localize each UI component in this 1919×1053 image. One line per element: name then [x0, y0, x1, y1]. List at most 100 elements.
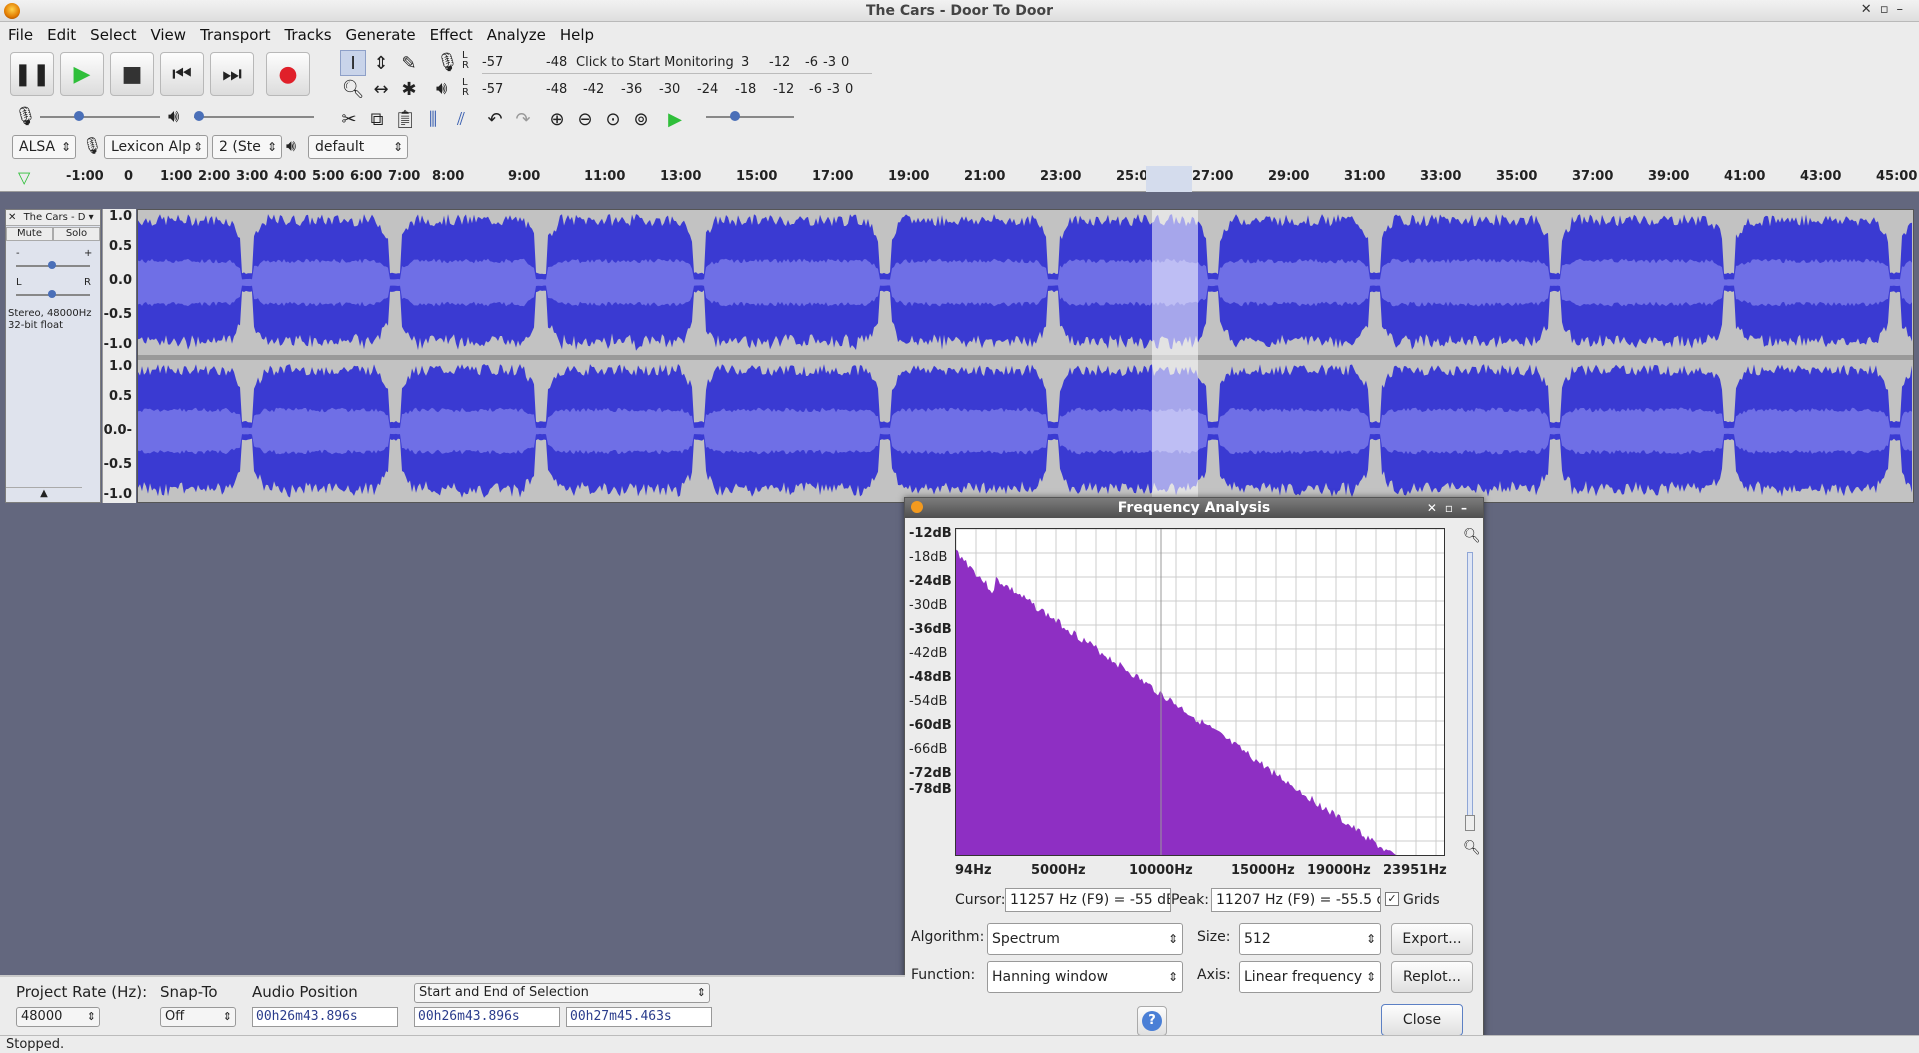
play-meter[interactable]: -57 -48 -42 -36 -30 -24 -18 -12 -6 -3 0: [482, 78, 872, 100]
function-select[interactable]: Hanning window: [987, 961, 1183, 993]
project-rate-select[interactable]: 48000: [16, 1007, 100, 1027]
paste-icon[interactable]: 📋︎: [392, 106, 418, 132]
skip-end-button[interactable]: ⏭: [210, 52, 254, 96]
redo-icon[interactable]: ↷: [510, 106, 536, 132]
playback-volume-slider[interactable]: [194, 111, 314, 121]
slider-thumb[interactable]: [48, 290, 56, 298]
trim-icon[interactable]: ⫼: [420, 106, 446, 132]
pause-button[interactable]: ❚❚: [10, 52, 54, 96]
meter-tick: -42: [583, 81, 605, 97]
menu-file[interactable]: File: [8, 26, 33, 44]
size-select[interactable]: 512: [1239, 923, 1381, 955]
audio-host-select[interactable]: ALSA: [12, 135, 76, 159]
record-button[interactable]: ●: [266, 52, 310, 96]
menu-tracks[interactable]: Tracks: [284, 26, 331, 44]
window-controls[interactable]: ✕▫–: [1861, 2, 1911, 17]
ruler-selection-region[interactable]: [1146, 166, 1192, 192]
playback-device-select[interactable]: default: [308, 135, 408, 159]
waveform-svg: [138, 210, 1913, 502]
close-button[interactable]: Close: [1381, 1004, 1463, 1036]
algorithm-select[interactable]: Spectrum: [987, 923, 1183, 955]
menu-help[interactable]: Help: [560, 26, 594, 44]
recording-volume-slider[interactable]: [40, 111, 160, 121]
meter-tick: 0: [841, 55, 850, 70]
meter-tick: -6: [805, 55, 818, 70]
zoom-out-icon[interactable]: ⊖: [572, 106, 598, 132]
export-button[interactable]: Export...: [1391, 923, 1473, 955]
dialog-window-controls[interactable]: ✕▫–: [1427, 498, 1475, 518]
draw-tool-icon[interactable]: ✎: [396, 50, 422, 76]
play-button[interactable]: ▶: [60, 52, 104, 96]
speaker-icon[interactable]: 🔊︎: [436, 78, 447, 99]
menu-effect[interactable]: Effect: [430, 26, 473, 44]
grids-checkbox[interactable]: ✓: [1385, 892, 1399, 906]
slider-thumb[interactable]: [194, 111, 204, 121]
vertical-zoom-slider[interactable]: [1465, 552, 1475, 831]
solo-button[interactable]: Solo: [53, 227, 100, 241]
peak-readout[interactable]: 11207 Hz (F9) = -55.5 d: [1211, 888, 1381, 912]
fit-project-icon[interactable]: ⊚: [628, 106, 654, 132]
channel-separator: [138, 355, 1913, 360]
timeline-ruler[interactable]: ▽ -1:00 0 1:00 2:00 3:00 4:00 5:00 6:00 7:00 8:00…: [0, 166, 1919, 192]
cursor-readout[interactable]: 11257 Hz (F9) = -55 dB: [1005, 888, 1171, 912]
slider-thumb[interactable]: [1465, 815, 1475, 831]
waveform-area[interactable]: [137, 209, 1914, 503]
selection-start-field[interactable]: 00h26m43.896s: [414, 1007, 560, 1027]
silence-icon[interactable]: ⫽: [448, 106, 474, 132]
slider-thumb[interactable]: [730, 111, 740, 121]
snap-to-select[interactable]: Off: [160, 1007, 236, 1027]
play-head-triangle-icon[interactable]: ▽: [18, 168, 30, 187]
menu-generate[interactable]: Generate: [346, 26, 416, 44]
vertical-amplitude-scale[interactable]: 1.0 0.5 0.0 -0.5 -1.0 1.0 0.5 0.0- -0.5 …: [102, 209, 136, 503]
collapse-track-icon[interactable]: ▲: [6, 487, 82, 501]
track-dropdown-icon[interactable]: ▾: [89, 212, 94, 223]
ruler-tick-label: 21:00: [964, 169, 1006, 184]
fit-selection-icon[interactable]: ⊙: [600, 106, 626, 132]
undo-icon[interactable]: ↶: [482, 106, 508, 132]
gain-slider[interactable]: [16, 261, 90, 269]
ruler-tick-label: 4:00: [274, 169, 307, 184]
stop-button[interactable]: ■: [110, 52, 154, 96]
menu-select[interactable]: Select: [90, 26, 136, 44]
recording-device-icon: 🎙︎: [82, 136, 103, 155]
dialog-titlebar[interactable]: Frequency Analysis ✕▫–: [905, 498, 1483, 518]
track-name-menu[interactable]: The Cars - D: [24, 212, 86, 223]
timeshift-tool-icon[interactable]: ↔: [368, 76, 394, 102]
selection-end-field[interactable]: 00h27m45.463s: [566, 1007, 712, 1027]
selection-mode-select[interactable]: Start and End of Selection: [414, 983, 710, 1003]
multi-tool-icon[interactable]: ✱: [396, 76, 422, 102]
spectrum-plot[interactable]: [955, 528, 1445, 856]
menu-analyze[interactable]: Analyze: [487, 26, 546, 44]
play-at-speed-slider[interactable]: [706, 111, 794, 121]
mute-button[interactable]: Mute: [6, 227, 53, 241]
slider-thumb[interactable]: [48, 261, 56, 269]
microphone-icon[interactable]: 🎙︎: [436, 52, 459, 73]
menu-view[interactable]: View: [150, 26, 186, 44]
menu-transport[interactable]: Transport: [200, 26, 270, 44]
copy-icon[interactable]: ⧉: [364, 106, 390, 132]
axis-select[interactable]: Linear frequency: [1239, 961, 1381, 993]
track-close-icon[interactable]: ✕: [8, 212, 16, 223]
menu-edit[interactable]: Edit: [47, 26, 76, 44]
db-axis-label: -18dB: [909, 550, 948, 565]
zoom-in-icon[interactable]: ⊕: [544, 106, 570, 132]
skip-start-button[interactable]: ⏮: [160, 52, 204, 96]
pan-slider[interactable]: [16, 290, 90, 298]
audio-position-field[interactable]: 00h26m43.896s: [252, 1007, 398, 1027]
monitoring-label[interactable]: Click to Start Monitoring: [576, 55, 741, 70]
slider-thumb[interactable]: [74, 111, 84, 121]
record-meter[interactable]: -57 -48 Click to Start Monitoring 3 -12 …: [482, 52, 872, 74]
ruler-tick-label: 11:00: [584, 169, 626, 184]
zoom-out-icon[interactable]: 🔍︎: [1463, 840, 1481, 856]
cut-icon[interactable]: ✂: [336, 106, 362, 132]
zoom-tool-icon[interactable]: 🔍︎: [340, 76, 366, 102]
envelope-tool-icon[interactable]: ⇕: [368, 50, 394, 76]
play-at-speed-icon[interactable]: ▶: [662, 106, 688, 132]
replot-button[interactable]: Replot...: [1391, 961, 1473, 993]
selection-tool-icon[interactable]: I: [340, 50, 366, 76]
recording-channels-select[interactable]: 2 (Ste: [212, 135, 282, 159]
db-axis-label: -24dB: [909, 574, 952, 589]
zoom-in-icon[interactable]: 🔍︎: [1463, 528, 1481, 544]
help-button[interactable]: ?: [1137, 1006, 1167, 1036]
recording-device-select[interactable]: Lexicon Alp: [104, 135, 208, 159]
